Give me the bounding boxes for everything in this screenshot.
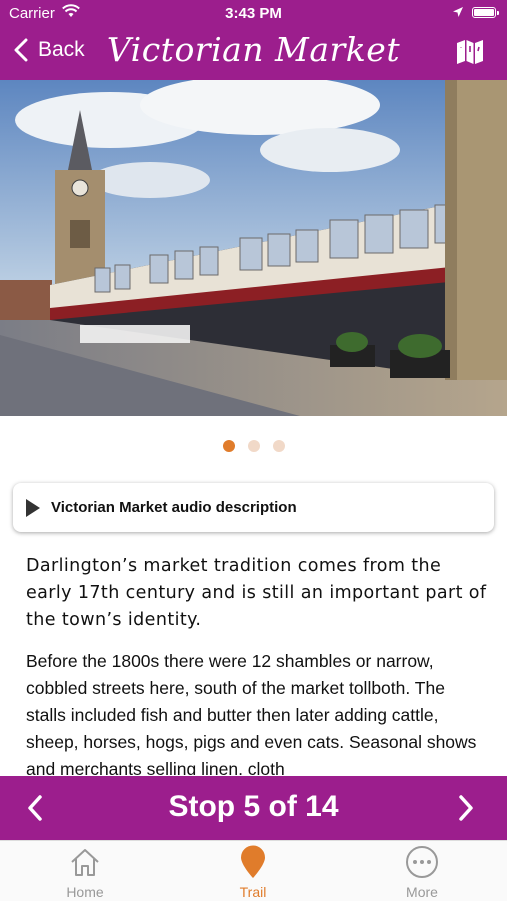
tab-bar: Home Trail More bbox=[0, 840, 507, 901]
play-icon bbox=[26, 498, 40, 517]
battery-icon bbox=[472, 7, 499, 18]
navigation-bar: Back Victorian Market bbox=[0, 26, 507, 80]
description-text: Darlington’s market tradition comes from… bbox=[26, 553, 488, 775]
page-title: Victorian Market bbox=[106, 30, 401, 69]
page-dot-3[interactable] bbox=[272, 440, 285, 452]
map-button[interactable] bbox=[455, 38, 485, 71]
market-photo[interactable] bbox=[0, 80, 507, 416]
tab-trail-label: Trail bbox=[239, 884, 267, 900]
home-icon bbox=[25, 845, 145, 879]
tab-more[interactable]: More bbox=[362, 845, 482, 900]
gallery-page-indicator bbox=[0, 440, 507, 452]
page-dot-2[interactable] bbox=[247, 440, 260, 452]
tab-home[interactable]: Home bbox=[25, 845, 145, 900]
stop-counter: Stop 5 of 14 bbox=[168, 790, 339, 823]
tab-more-label: More bbox=[406, 884, 438, 900]
audio-description-button[interactable]: Victorian Market audio description bbox=[13, 483, 494, 532]
body-paragraph: Before the 1800s there were 12 shambles … bbox=[26, 651, 477, 775]
map-pin-icon bbox=[193, 845, 313, 879]
clock: 3:43 PM bbox=[225, 5, 282, 22]
location-arrow-icon bbox=[452, 5, 464, 22]
status-bar: Carrier 3:43 PM bbox=[0, 0, 507, 26]
stop-navigation-bar: Stop 5 of 14 bbox=[0, 776, 507, 840]
tab-home-label: Home bbox=[66, 884, 104, 900]
tab-trail[interactable]: Trail bbox=[193, 845, 313, 900]
audio-description-label: Victorian Market audio description bbox=[51, 499, 297, 516]
page-dot-1[interactable] bbox=[222, 440, 235, 452]
next-stop-button[interactable] bbox=[458, 794, 474, 827]
chevron-right-icon bbox=[459, 795, 473, 821]
map-icon bbox=[457, 40, 483, 64]
intro-paragraph: Darlington’s market tradition comes from… bbox=[26, 556, 487, 630]
more-icon bbox=[362, 845, 482, 879]
